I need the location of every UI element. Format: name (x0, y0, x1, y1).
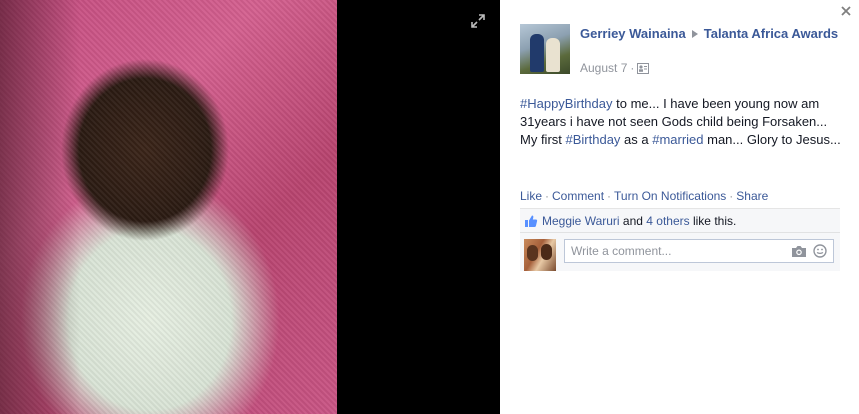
group-audience-icon[interactable] (637, 62, 650, 74)
feedback-box: Meggie Waruri and 4 others like this. (520, 208, 840, 271)
hashtag-link[interactable]: #Birthday (566, 132, 621, 147)
liker-name-link[interactable]: Meggie Waruri (542, 214, 620, 228)
action-separator: · (729, 189, 734, 203)
viewer-avatar[interactable] (524, 239, 556, 271)
author-avatar[interactable] (520, 24, 570, 74)
triangle-right-icon (691, 30, 698, 39)
photo-shadow (0, 0, 80, 414)
hashtag-link[interactable]: #HappyBirthday (520, 96, 613, 111)
share-link[interactable]: Share (736, 189, 768, 203)
post-header: Gerriey Wainaina Talanta Africa Awards Au… (520, 22, 840, 76)
post-title-line: Gerriey Wainaina Talanta Africa Awards (580, 25, 840, 42)
author-name-link[interactable]: Gerriey Wainaina (580, 26, 686, 41)
camera-icon[interactable] (791, 245, 807, 258)
smiley-icon[interactable] (813, 244, 827, 258)
like-link[interactable]: Like (520, 189, 542, 203)
likes-suffix-text: like this. (689, 213, 737, 228)
hashtag-link[interactable]: #married (652, 132, 703, 147)
thumbs-up-icon (525, 215, 538, 227)
likes-others-link[interactable]: 4 others (646, 214, 689, 228)
post-actions: Like · Comment · Turn On Notifications · Share (520, 189, 768, 203)
post-meta: August 7 · (580, 61, 650, 75)
post-side-panel: Gerriey Wainaina Talanta Africa Awards Au… (500, 0, 859, 414)
meta-separator: · (630, 61, 635, 75)
avatar-figure (541, 244, 552, 260)
target-page-link[interactable]: Talanta Africa Awards (704, 26, 838, 41)
message-text: as a (620, 132, 653, 147)
message-text: man... Glory to Jesus... (703, 132, 841, 147)
comment-composer (520, 233, 840, 271)
post-photo[interactable] (0, 0, 337, 414)
likes-summary: Meggie Waruri and 4 others like this. (520, 209, 840, 233)
post-message: #HappyBirthday to me... I have been youn… (520, 95, 842, 149)
post-date-link[interactable]: August 7 (580, 61, 627, 75)
avatar-figure (527, 245, 538, 261)
avatar-figure (546, 38, 560, 72)
likes-and-text: and (619, 213, 647, 228)
comment-link[interactable]: Comment (552, 189, 604, 203)
close-icon[interactable] (839, 4, 853, 18)
avatar-figure (530, 34, 544, 72)
action-separator: · (607, 189, 612, 203)
action-separator: · (545, 189, 550, 203)
notifications-link[interactable]: Turn On Notifications (614, 189, 726, 203)
photo-stage (0, 0, 500, 414)
expand-icon[interactable] (470, 13, 486, 29)
